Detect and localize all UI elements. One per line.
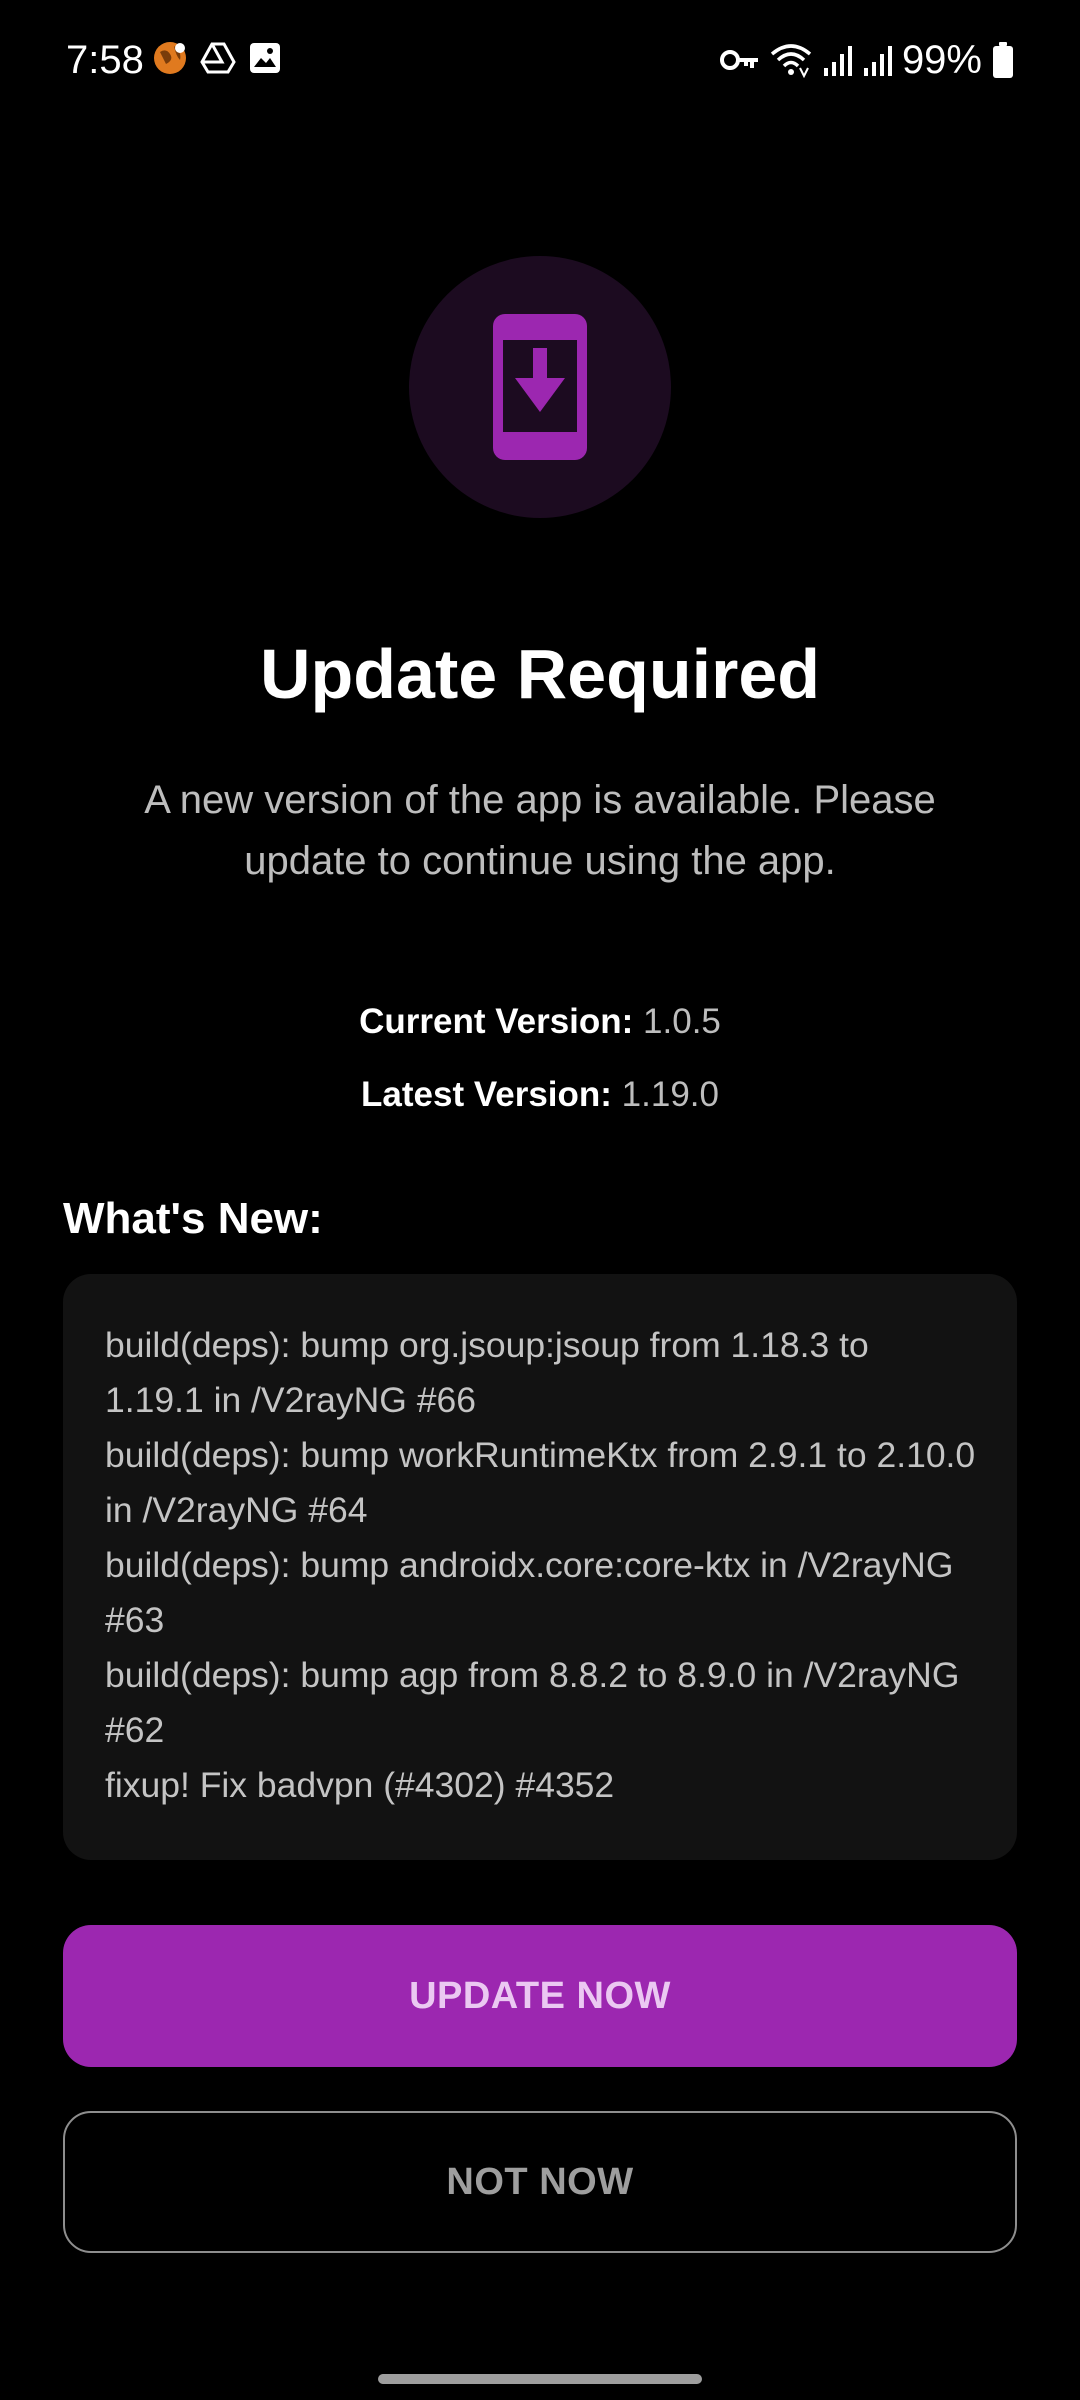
whats-new-heading: What's New: xyxy=(63,1194,323,1243)
vpn-key-icon xyxy=(719,48,760,72)
drive-icon xyxy=(200,40,236,76)
gesture-nav-handle[interactable] xyxy=(378,2374,702,2384)
changelog-item: build(deps): bump agp from 8.8.2 to 8.9.… xyxy=(105,1655,960,1750)
update-message: A new version of the app is available. P… xyxy=(144,778,936,883)
latest-version-value: 1.19.0 xyxy=(621,1075,719,1114)
current-version-row: Current Version: 1.0.5 xyxy=(0,1000,1080,1044)
battery-icon xyxy=(992,42,1014,78)
not-now-button[interactable]: NOT NOW xyxy=(63,2111,1017,2253)
changelog-item: build(deps): bump androidx.core:core-ktx… xyxy=(105,1545,954,1640)
current-version-label: Current Version: xyxy=(359,1002,634,1041)
status-time: 7:58 xyxy=(66,38,144,82)
system-icons: 99% xyxy=(719,36,1014,84)
vpn-globe-icon xyxy=(152,40,188,76)
update-hero-badge xyxy=(409,256,671,518)
signal-icon xyxy=(862,44,892,76)
update-now-button[interactable]: UPDATE NOW xyxy=(63,1925,1017,2067)
notification-icons xyxy=(152,40,282,76)
changelog-item: fixup! Fix badvpn (#4302) #4352 xyxy=(105,1765,615,1805)
gallery-icon xyxy=(248,41,282,75)
phone-download-icon xyxy=(493,314,587,460)
changelog-box: build(deps): bump org.jsoup:jsoup from 1… xyxy=(63,1274,1017,1860)
changelog-item: build(deps): bump workRuntimeKtx from 2.… xyxy=(105,1435,976,1530)
page-title: Update Required xyxy=(259,635,821,713)
latest-version-label: Latest Version: xyxy=(361,1075,612,1114)
wifi-icon xyxy=(770,42,812,79)
signal-icon xyxy=(822,44,852,76)
current-version-value: 1.0.5 xyxy=(643,1002,721,1041)
changelog-item: build(deps): bump org.jsoup:jsoup from 1… xyxy=(105,1325,869,1420)
latest-version-row: Latest Version: 1.19.0 xyxy=(0,1073,1080,1117)
battery-percent: 99% xyxy=(901,38,982,82)
status-bar: 7:58 99% xyxy=(0,0,1080,120)
